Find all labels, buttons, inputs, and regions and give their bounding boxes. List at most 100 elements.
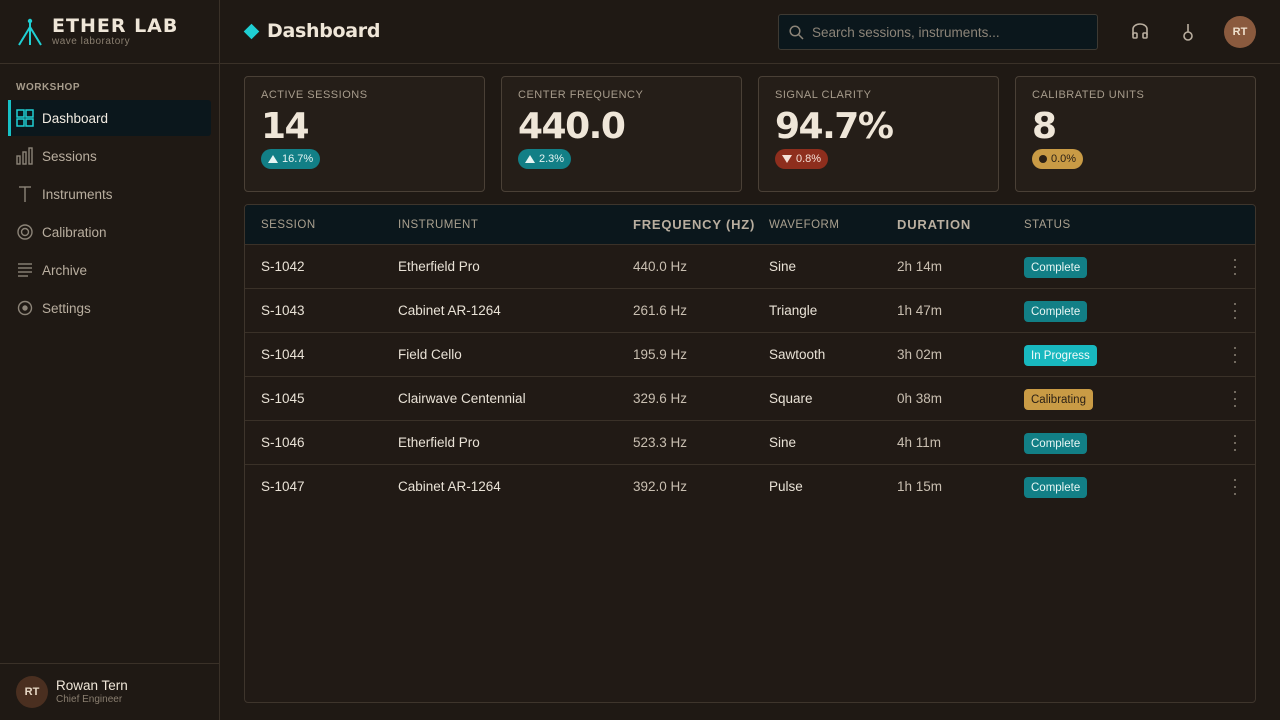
sidebar-item-label: Calibration: [42, 224, 107, 240]
cell-instrument: Etherfield Pro: [398, 435, 480, 450]
table-row[interactable]: S-1042 Etherfield Pro 440.0 Hz Sine 2h 1…: [245, 245, 1255, 289]
kpi-center-frequency: CENTER FREQUENCY 440.0 2.3%: [501, 76, 742, 192]
cell-waveform: Sine: [769, 435, 797, 450]
search-input[interactable]: [812, 24, 1092, 40]
cell-waveform: Pulse: [769, 479, 803, 494]
cell-frequency: 329.6 Hz: [633, 391, 688, 406]
grid-icon: [16, 109, 34, 127]
cell-waveform: Triangle: [769, 303, 818, 318]
cell-frequency: 195.9 Hz: [633, 347, 688, 362]
trend-badge: 2.3%: [518, 149, 572, 169]
cell-session: S-1045: [261, 391, 305, 406]
cell-instrument: Cabinet AR-1264: [398, 303, 501, 318]
bars-icon: [16, 147, 34, 165]
more-icon[interactable]: [1229, 435, 1241, 451]
avatar: RT: [16, 676, 48, 708]
table-row[interactable]: S-1047 Cabinet AR-1264 392.0 Hz Pulse 1h…: [245, 465, 1255, 509]
cell-frequency: 392.0 Hz: [633, 479, 688, 494]
sidebar-nav: Dashboard Sessions Instruments Calibrati…: [8, 100, 211, 328]
cell-waveform: Square: [769, 391, 813, 406]
table-row[interactable]: S-1045 Clairwave Centennial 329.6 Hz Squ…: [245, 377, 1255, 421]
user-name: Rowan Tern: [56, 678, 128, 693]
brand-name: ETHER LAB: [52, 15, 179, 37]
sidebar-item-label: Sessions: [42, 148, 97, 164]
trend-value: 0.0%: [1051, 153, 1077, 165]
col-session[interactable]: SESSION: [261, 219, 316, 231]
trend-value: 16.7%: [282, 153, 314, 165]
brand-subtitle: wave laboratory: [52, 36, 131, 47]
header-avatar[interactable]: RT: [1224, 16, 1256, 48]
kpi-active-sessions: ACTIVE SESSIONS 14 16.7%: [244, 76, 485, 192]
sidebar: ETHER LAB wave laboratory WORKSHOP Dashb…: [0, 0, 220, 720]
cell-session: S-1043: [261, 303, 305, 318]
more-icon[interactable]: [1229, 259, 1241, 275]
table-row[interactable]: S-1044 Field Cello 195.9 Hz Sawtooth 3h …: [245, 333, 1255, 377]
col-frequency[interactable]: FREQUENCY (HZ): [633, 217, 755, 232]
trend-value: 2.3%: [539, 153, 565, 165]
brand[interactable]: ETHER LAB wave laboratory: [0, 0, 219, 64]
kpi-value: 440.0: [518, 106, 626, 147]
top-header: Dashboard RT: [220, 0, 1280, 64]
cell-duration: 3h 02m: [897, 347, 943, 362]
kpi-row: ACTIVE SESSIONS 14 16.7% CENTER FREQUENC…: [244, 76, 1256, 192]
target-icon: [16, 223, 34, 241]
trend-badge: 0.0%: [1032, 149, 1084, 169]
status-badge: In Progress: [1024, 345, 1097, 366]
user-profile[interactable]: RT Rowan Tern Chief Engineer: [0, 663, 219, 720]
headphones-icon[interactable]: [1130, 22, 1150, 42]
kpi-label: CENTER FREQUENCY: [518, 89, 644, 101]
sidebar-item-settings[interactable]: Settings: [8, 290, 211, 326]
cell-instrument: Clairwave Centennial: [398, 391, 526, 406]
gear-icon: [16, 299, 34, 317]
kpi-calibrated-units: CALIBRATED UNITS 8 0.0%: [1015, 76, 1256, 192]
more-icon[interactable]: [1229, 347, 1241, 363]
cell-instrument: Field Cello: [398, 347, 462, 362]
search-icon: [789, 24, 804, 40]
cell-session: S-1047: [261, 479, 305, 494]
sidebar-item-label: Settings: [42, 300, 91, 316]
kpi-value: 8: [1032, 106, 1057, 147]
table-row[interactable]: S-1043 Cabinet AR-1264 261.6 Hz Triangle…: [245, 289, 1255, 333]
col-duration[interactable]: DURATION: [897, 217, 971, 232]
cell-duration: 2h 14m: [897, 259, 943, 274]
sidebar-item-label: Archive: [42, 262, 88, 278]
kpi-label: SIGNAL CLARITY: [775, 89, 872, 101]
status-badge: Calibrating: [1024, 389, 1093, 410]
tuning-fork-icon: [16, 185, 34, 203]
search-box[interactable]: [778, 14, 1098, 50]
table-row[interactable]: S-1046 Etherfield Pro 523.3 Hz Sine 4h 1…: [245, 421, 1255, 465]
cell-duration: 1h 15m: [897, 479, 943, 494]
sidebar-item-dashboard[interactable]: Dashboard: [8, 100, 211, 136]
cell-session: S-1046: [261, 435, 305, 450]
cell-session: S-1042: [261, 259, 305, 274]
trend-value: 0.8%: [796, 153, 822, 165]
archive-icon: [16, 261, 34, 279]
col-status[interactable]: STATUS: [1024, 219, 1071, 231]
kpi-label: CALIBRATED UNITS: [1032, 89, 1145, 101]
kpi-value: 14: [261, 106, 310, 147]
more-icon[interactable]: [1229, 391, 1241, 407]
status-badge: Complete: [1024, 477, 1088, 498]
cell-instrument: Cabinet AR-1264: [398, 479, 501, 494]
kpi-signal-clarity: SIGNAL CLARITY 94.7% 0.8%: [758, 76, 999, 192]
col-waveform[interactable]: WAVEFORM: [769, 219, 839, 231]
sidebar-item-archive[interactable]: Archive: [8, 252, 211, 288]
col-instrument[interactable]: INSTRUMENT: [398, 219, 478, 231]
status-badge: Complete: [1024, 433, 1088, 454]
sidebar-item-label: Instruments: [42, 186, 113, 202]
sidebar-item-sessions[interactable]: Sessions: [8, 138, 211, 174]
antenna-logo-icon: [18, 18, 42, 46]
status-badge: Complete: [1024, 257, 1088, 278]
probe-icon[interactable]: [1178, 22, 1198, 42]
trend-badge: 0.8%: [775, 149, 829, 169]
more-icon[interactable]: [1229, 479, 1241, 495]
more-icon[interactable]: [1229, 303, 1241, 319]
status-badge: Complete: [1024, 301, 1088, 322]
page-title: Dashboard: [243, 20, 380, 42]
cell-waveform: Sawtooth: [769, 347, 826, 362]
sidebar-item-instruments[interactable]: Instruments: [8, 176, 211, 212]
cell-duration: 1h 47m: [897, 303, 943, 318]
arrow-up-icon: [268, 155, 278, 163]
nav-section-label: WORKSHOP: [16, 82, 80, 93]
sidebar-item-calibration[interactable]: Calibration: [8, 214, 211, 250]
